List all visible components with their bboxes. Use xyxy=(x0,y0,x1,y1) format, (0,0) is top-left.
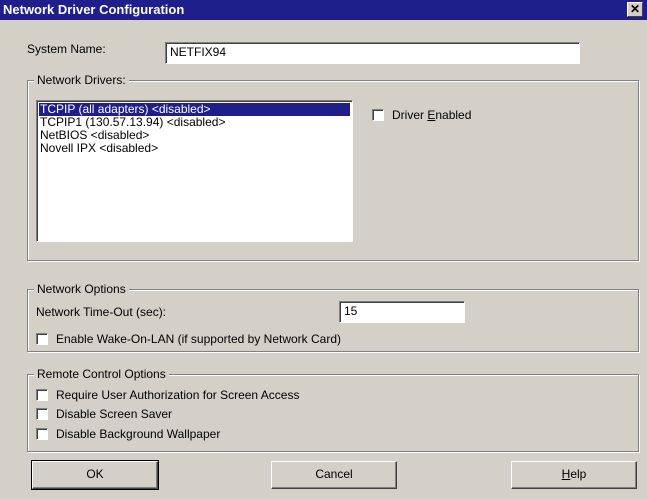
system-name-label: System Name: xyxy=(27,42,106,56)
network-drivers-title: Network Drivers: xyxy=(34,73,129,87)
require-authorization-row[interactable]: Require User Authorization for Screen Ac… xyxy=(36,388,299,402)
close-icon: ✕ xyxy=(629,2,641,16)
network-options-title: Network Options xyxy=(34,282,129,296)
driver-enabled-checkbox-row[interactable]: Driver Enabled xyxy=(372,108,471,122)
require-authorization-checkbox[interactable] xyxy=(36,389,48,401)
timeout-input[interactable]: 15 xyxy=(339,301,465,323)
window-title: Network Driver Configuration xyxy=(3,2,185,17)
wake-on-lan-row[interactable]: Enable Wake-On-LAN (if supported by Netw… xyxy=(36,332,341,346)
list-item[interactable]: Novell IPX <disabled> xyxy=(39,142,350,155)
remote-control-title: Remote Control Options xyxy=(34,367,169,381)
require-authorization-label: Require User Authorization for Screen Ac… xyxy=(56,388,300,402)
disable-wallpaper-label: Disable Background Wallpaper xyxy=(56,427,221,441)
cancel-button[interactable]: Cancel xyxy=(271,461,397,489)
driver-enabled-label: Driver Enabled xyxy=(392,108,472,122)
disable-screen-saver-label: Disable Screen Saver xyxy=(56,407,173,421)
disable-wallpaper-row[interactable]: Disable Background Wallpaper xyxy=(36,427,220,441)
network-drivers-list[interactable]: TCPIP (all adapters) <disabled> TCPIP1 (… xyxy=(36,100,353,242)
help-button[interactable]: Help xyxy=(511,461,637,489)
ok-button[interactable]: OK xyxy=(31,460,159,490)
system-name-input[interactable]: NETFIX94 xyxy=(165,42,580,64)
wake-on-lan-label: Enable Wake-On-LAN (if supported by Netw… xyxy=(56,332,341,346)
disable-wallpaper-checkbox[interactable] xyxy=(36,428,48,440)
disable-screen-saver-checkbox[interactable] xyxy=(36,408,48,420)
timeout-label: Network Time-Out (sec): xyxy=(36,305,167,319)
disable-screen-saver-row[interactable]: Disable Screen Saver xyxy=(36,407,172,421)
title-bar: Network Driver Configuration ✕ xyxy=(0,0,647,20)
driver-enabled-checkbox[interactable] xyxy=(372,109,384,121)
wake-on-lan-checkbox[interactable] xyxy=(36,333,48,345)
close-button[interactable]: ✕ xyxy=(627,2,643,17)
